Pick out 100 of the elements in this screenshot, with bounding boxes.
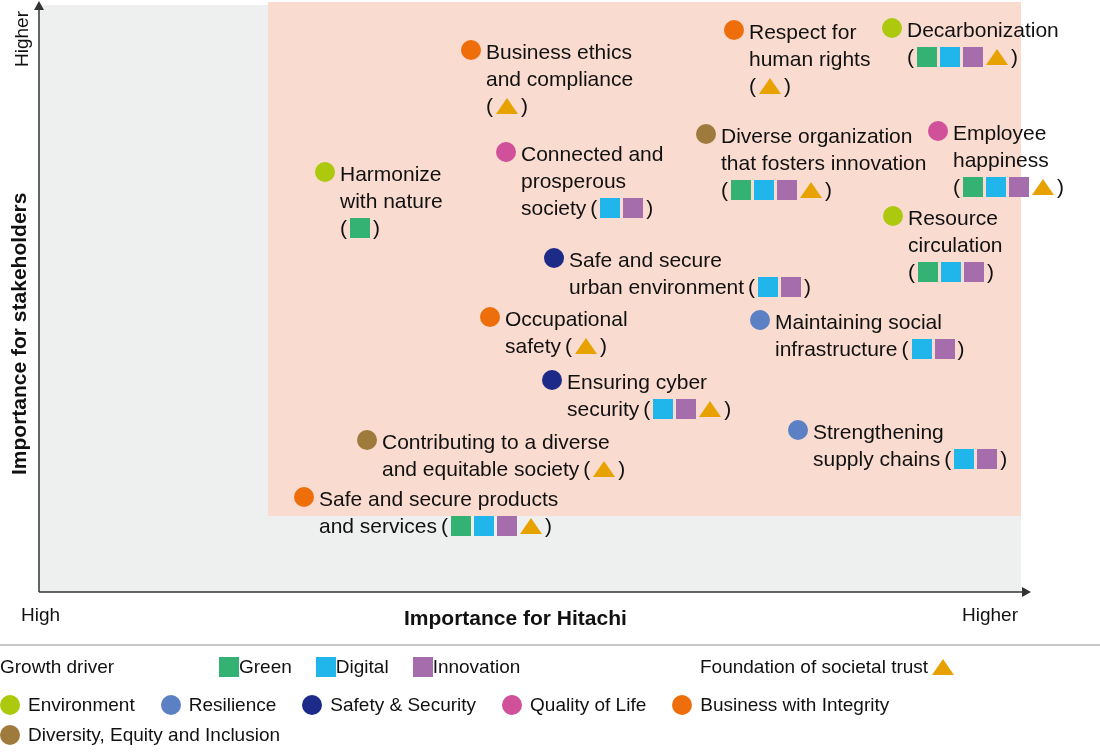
issue-label: Respect for human rights — [749, 19, 871, 72]
legend-label: Resilience — [188, 693, 277, 717]
bracket-text: ) — [646, 195, 654, 221]
square-icon — [964, 261, 984, 282]
issue-label: Safe and secure — [569, 247, 723, 273]
legend-label: Business with Integrity — [700, 693, 890, 717]
issue-label: Safe and secure products — [319, 486, 559, 512]
bracket-text: ) — [1000, 446, 1008, 472]
axis-title: Importance for stakeholders — [6, 192, 31, 475]
bracket-text: ( — [590, 195, 598, 221]
bracket-text: ) — [957, 336, 965, 362]
issue-label: Business ethics and compliance — [486, 39, 634, 92]
square-icon — [758, 276, 779, 297]
issue-label: Contributing to a diverse — [382, 429, 611, 455]
issue-label: Diverse organization that fosters innovation — [721, 123, 927, 176]
issue-label: and equitable society — [382, 456, 580, 482]
legend-label: Quality of Life — [530, 693, 647, 717]
square-icon — [754, 179, 774, 200]
bracket-text: ) — [618, 456, 626, 482]
triangle-icon — [593, 460, 616, 477]
triangle-icon — [519, 517, 542, 534]
square-icon — [941, 261, 961, 282]
square-icon — [777, 179, 797, 200]
bracket-text: ( — [721, 177, 728, 203]
bracket-text: ) — [544, 513, 552, 539]
square-icon — [731, 179, 751, 200]
triangle-icon — [575, 337, 598, 354]
axis-end-label: High — [21, 603, 61, 627]
issue-label: infrastructure — [775, 336, 898, 362]
bracket-text: ( — [583, 456, 591, 482]
bracket-text: ( — [340, 215, 347, 241]
issue-label: Occupational — [505, 306, 628, 332]
issue-label: Resource circulation — [908, 205, 1003, 258]
square-icon — [412, 657, 433, 677]
square-icon — [986, 176, 1006, 197]
bracket-text: ) — [825, 177, 832, 203]
square-icon — [315, 657, 336, 677]
square-icon — [918, 261, 938, 282]
bracket-text: ( — [749, 73, 756, 99]
bracket-text: ( — [944, 446, 952, 472]
square-icon — [954, 448, 975, 469]
bracket-text: ) — [784, 73, 791, 99]
square-icon — [623, 197, 644, 218]
triangle-icon — [699, 400, 722, 417]
bracket-text: ( — [748, 274, 756, 300]
bracket-text: ) — [1011, 44, 1018, 70]
square-icon — [963, 46, 983, 67]
issue-label: Strengthening — [813, 419, 945, 445]
bracket-text: ( — [907, 44, 914, 70]
square-icon — [600, 197, 621, 218]
square-icon — [940, 46, 960, 67]
axis-end-label: Higher — [10, 11, 33, 67]
square-icon — [653, 398, 674, 419]
legend-label: Green — [239, 655, 292, 679]
square-icon — [963, 176, 983, 197]
issue-label: and services — [319, 513, 437, 539]
bracket-text: ) — [724, 396, 732, 422]
square-icon — [350, 217, 370, 238]
legend-label: Environment — [28, 693, 135, 717]
issue-label: urban environment — [569, 274, 745, 300]
legend-label: Safety & Security — [330, 693, 477, 717]
bracket-text: ) — [521, 93, 528, 119]
bracket-text: ) — [1057, 174, 1064, 200]
triangle-icon — [759, 77, 781, 94]
bracket-text: ( — [953, 174, 960, 200]
triangle-icon — [496, 97, 518, 114]
triangle-icon — [986, 48, 1008, 65]
bracket-text: ( — [440, 513, 448, 539]
square-icon — [676, 398, 697, 419]
bracket-text: ) — [373, 215, 380, 241]
issue-label: Employee happiness — [953, 120, 1050, 173]
bracket-text: ) — [600, 333, 608, 359]
bracket-text: ) — [987, 259, 994, 285]
issue-label: safety — [505, 333, 562, 359]
legend-label: Diversity, Equity and Inclusion — [28, 723, 281, 747]
square-icon — [917, 46, 937, 67]
triangle-icon — [1032, 178, 1054, 195]
bracket-text: ( — [901, 336, 909, 362]
bracket-text: ) — [804, 274, 812, 300]
bracket-text: ( — [908, 259, 915, 285]
issue-label: Maintaining social — [775, 309, 943, 335]
issue-label: Harmonize with nature — [340, 161, 443, 214]
issue-label: society — [521, 195, 587, 221]
bracket-text: ( — [643, 396, 651, 422]
triangle-icon — [800, 181, 822, 198]
issue-label: supply chains — [813, 446, 941, 472]
square-icon — [219, 657, 239, 677]
issue-label: Ensuring cyber — [567, 369, 709, 395]
bracket-text: ( — [565, 333, 573, 359]
square-icon — [781, 276, 802, 297]
legend-label: Digital — [335, 655, 389, 679]
triangle-icon — [932, 659, 955, 675]
legend-title: Growth driver — [0, 655, 116, 679]
axis-end-label: Higher — [962, 603, 1018, 627]
square-icon — [1009, 176, 1029, 197]
axis-title: Importance for Hitachi — [404, 605, 627, 631]
legend-label: Innovation — [432, 655, 521, 679]
bracket-text: ( — [486, 93, 493, 119]
legend-label: Foundation of societal trust — [700, 655, 929, 679]
issue-label: security — [567, 396, 640, 422]
